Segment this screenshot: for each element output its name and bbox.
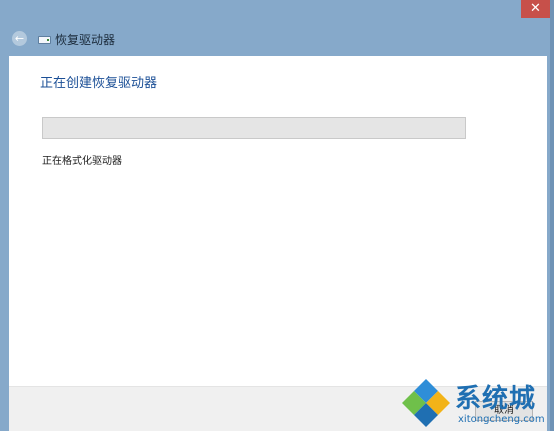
close-icon: ✕	[530, 1, 541, 16]
drive-icon	[38, 36, 51, 44]
watermark-brand: 系统城	[455, 384, 537, 414]
back-button[interactable]: ←	[12, 31, 27, 46]
status-text: 正在格式化驱动器	[42, 156, 122, 167]
page-heading: 正在创建恢复驱动器	[40, 76, 158, 91]
watermark-logo: 系统城 xitongcheng.com	[400, 374, 550, 431]
progress-bar	[42, 117, 466, 139]
window-edge	[550, 0, 554, 431]
watermark-url: xitongcheng.com	[458, 414, 545, 425]
back-arrow-icon: ←	[14, 32, 25, 45]
close-button[interactable]: ✕	[521, 0, 550, 18]
title-bar: ← 恢复驱动器	[0, 26, 554, 54]
diamond-logo-icon	[402, 379, 450, 427]
window-title: 恢复驱动器	[55, 33, 116, 47]
recovery-drive-window: ✕ ← 恢复驱动器 正在创建恢复驱动器 正在格式化驱动器 取消 系统城 xito…	[0, 0, 554, 431]
